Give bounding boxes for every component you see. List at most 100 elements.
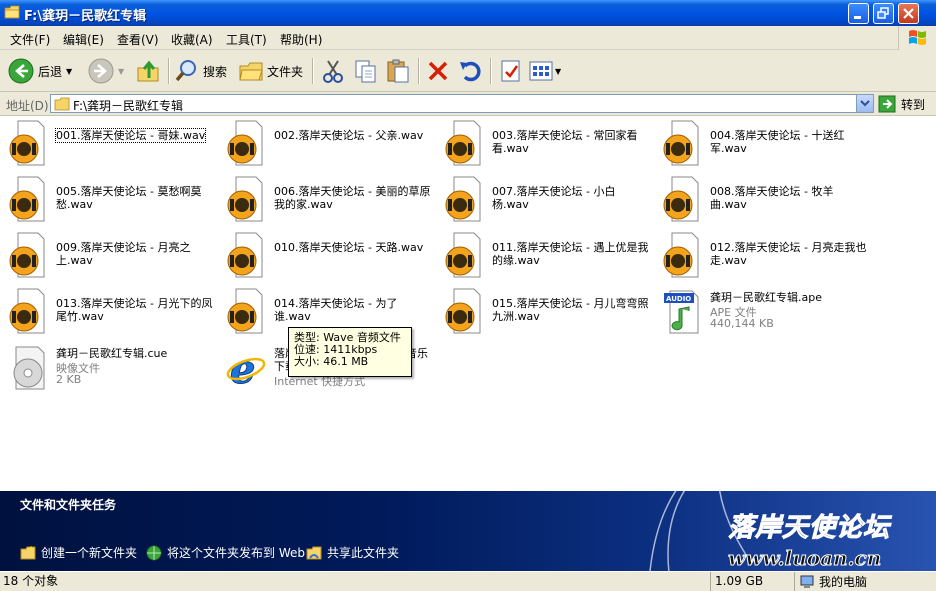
properties-button[interactable] — [498, 56, 524, 86]
wav-file-icon — [227, 120, 263, 166]
my-computer-icon — [800, 575, 814, 588]
views-dropdown-icon[interactable]: ▼ — [555, 67, 561, 76]
title-bar[interactable]: F:\龚玥－民歌红专辑 — [0, 0, 936, 26]
menu-edit[interactable]: 编辑(E) — [63, 31, 104, 48]
wav-file-icon — [9, 288, 45, 334]
delete-button[interactable] — [425, 56, 451, 86]
menu-help[interactable]: 帮助(H) — [280, 31, 322, 48]
address-dropdown-button[interactable] — [856, 95, 873, 112]
file-item[interactable]: 013.落岸天使论坛 - 月光下的凤尾竹.wav — [0, 285, 216, 337]
toolbar-separator — [490, 58, 491, 84]
file-item[interactable]: 015.落岸天使论坛 - 月儿弯弯照九洲.wav — [436, 285, 652, 337]
cut-button[interactable] — [320, 56, 346, 86]
properties-icon — [501, 60, 520, 82]
wav-file-icon — [445, 176, 481, 222]
status-location: 我的电脑 — [794, 572, 936, 591]
folder-icon — [4, 5, 20, 19]
status-total-size: 1.09 GB — [710, 572, 794, 591]
file-name: 015.落岸天使论坛 - 月儿弯弯照九洲.wav — [492, 297, 649, 323]
address-label: 地址(D) — [6, 99, 49, 113]
file-item[interactable]: 008.落岸天使论坛 - 牧羊曲.wav — [654, 173, 870, 225]
paste-button[interactable] — [385, 56, 411, 86]
file-item[interactable]: 001.落岸天使论坛 - 哥妹.wav — [0, 117, 216, 169]
address-value: F:\龚玥－民歌红专辑 — [73, 99, 184, 113]
file-name: 006.落岸天使论坛 - 美丽的草原我的家.wav — [274, 185, 431, 211]
forward-arrow-icon — [88, 58, 114, 84]
back-button[interactable]: 后退 ▼ — [8, 56, 72, 86]
menu-view[interactable]: 查看(V) — [117, 31, 159, 48]
share-folder-link[interactable]: 共享此文件夹 — [306, 544, 399, 561]
new-folder-link[interactable]: 创建一个新文件夹 — [20, 544, 137, 561]
minimize-button[interactable] — [848, 3, 869, 24]
forum-url-watermark: www.luoan.cn — [727, 546, 882, 571]
file-size: 440,144 KB — [710, 317, 774, 330]
folders-button[interactable]: 文件夹 — [238, 56, 303, 86]
file-name: 010.落岸天使论坛 - 天路.wav — [274, 241, 424, 254]
publish-web-link[interactable]: 将这个文件夹发布到 Web — [146, 544, 305, 561]
menu-file[interactable]: 文件(F) — [10, 31, 50, 48]
windows-flag-icon — [909, 30, 926, 45]
toolbar: 后退 ▼ ▼ 搜索 文件夹 ▼ — [0, 50, 936, 92]
toolbar-separator — [168, 58, 169, 84]
file-name: 005.落岸天使论坛 - 莫愁啊莫愁.wav — [56, 185, 202, 211]
wav-file-icon — [445, 120, 481, 166]
file-name: 009.落岸天使论坛 - 月亮之上.wav — [56, 241, 191, 267]
forward-button[interactable]: ▼ — [88, 56, 124, 86]
undo-button[interactable] — [457, 56, 483, 86]
file-item[interactable]: 002.落岸天使论坛 - 父亲.wav — [218, 117, 434, 169]
go-button[interactable]: 转到 — [878, 95, 925, 113]
back-label: 后退 — [38, 64, 63, 79]
search-label: 搜索 — [203, 64, 228, 79]
address-input[interactable]: F:\龚玥－民歌红专辑 — [50, 94, 874, 113]
wav-file-icon — [445, 288, 481, 334]
wav-file-icon — [9, 176, 45, 222]
audio-file-icon: AUDIO — [664, 290, 699, 334]
wav-file-icon — [9, 120, 45, 166]
address-bar: 地址(D) F:\龚玥－民歌红专辑 转到 — [0, 92, 936, 116]
file-name: 002.落岸天使论坛 - 父亲.wav — [274, 129, 424, 142]
copy-button[interactable] — [353, 56, 379, 86]
folders-icon — [239, 62, 263, 81]
file-item[interactable]: 011.落岸天使论坛 - 遇上优是我的缘.wav — [436, 229, 652, 281]
go-arrow-icon — [878, 95, 896, 113]
file-item[interactable]: 005.落岸天使论坛 - 莫愁啊莫愁.wav — [0, 173, 216, 225]
publish-web-label: 将这个文件夹发布到 Web — [167, 546, 305, 560]
new-folder-icon — [20, 545, 36, 559]
back-dropdown-icon[interactable]: ▼ — [66, 67, 72, 76]
forward-dropdown-icon[interactable]: ▼ — [118, 67, 124, 76]
views-button[interactable]: ▼ — [528, 56, 561, 86]
file-name: 001.落岸天使论坛 - 哥妹.wav — [54, 128, 207, 143]
file-item[interactable]: 龚玥－民歌红专辑.cue 映像文件 2 KB — [0, 341, 216, 393]
menu-tools[interactable]: 工具(T) — [226, 31, 267, 48]
paste-icon — [387, 59, 409, 83]
file-item[interactable]: 010.落岸天使论坛 - 天路.wav — [218, 229, 434, 281]
svg-text:e: e — [230, 346, 255, 391]
wav-file-icon — [227, 176, 263, 222]
close-button[interactable] — [898, 3, 919, 24]
file-name: 011.落岸天使论坛 - 遇上优是我的缘.wav — [492, 241, 649, 267]
back-arrow-icon — [8, 58, 34, 84]
file-item[interactable]: 012.落岸天使论坛 - 月亮走我也走.wav — [654, 229, 870, 281]
forum-watermark: 落岸天使论坛 — [727, 513, 891, 544]
file-list-view[interactable]: 001.落岸天使论坛 - 哥妹.wav 002.落岸天使论坛 - 父亲.wav … — [0, 117, 936, 491]
audio-badge-label: AUDIO — [666, 295, 691, 303]
file-item[interactable]: 004.落岸天使论坛 - 十送红军.wav — [654, 117, 870, 169]
file-item[interactable]: 003.落岸天使论坛 - 常回家看看.wav — [436, 117, 652, 169]
wav-file-icon — [663, 176, 699, 222]
file-name: 014.落岸天使论坛 - 为了谁.wav — [274, 297, 398, 323]
search-button[interactable]: 搜索 — [174, 56, 227, 86]
maximize-button[interactable] — [873, 3, 894, 24]
file-name: 007.落岸天使论坛 - 小白杨.wav — [492, 185, 616, 211]
up-folder-button[interactable] — [136, 56, 162, 86]
menu-favorites[interactable]: 收藏(A) — [171, 31, 213, 48]
disc-image-icon — [13, 346, 45, 390]
wav-file-icon — [227, 232, 263, 278]
up-folder-icon — [137, 60, 159, 82]
file-item[interactable]: AUDIO 龚玥－民歌红专辑.ape APE 文件 440,144 KB — [654, 285, 870, 337]
wav-file-icon — [445, 232, 481, 278]
file-item[interactable]: 007.落岸天使论坛 - 小白杨.wav — [436, 173, 652, 225]
tooltip-size: 大小: 46.1 MB — [294, 355, 369, 368]
file-item[interactable]: 009.落岸天使论坛 - 月亮之上.wav — [0, 229, 216, 281]
task-panel-title: 文件和文件夹任务 — [20, 498, 117, 512]
file-item[interactable]: 006.落岸天使论坛 - 美丽的草原我的家.wav — [218, 173, 434, 225]
